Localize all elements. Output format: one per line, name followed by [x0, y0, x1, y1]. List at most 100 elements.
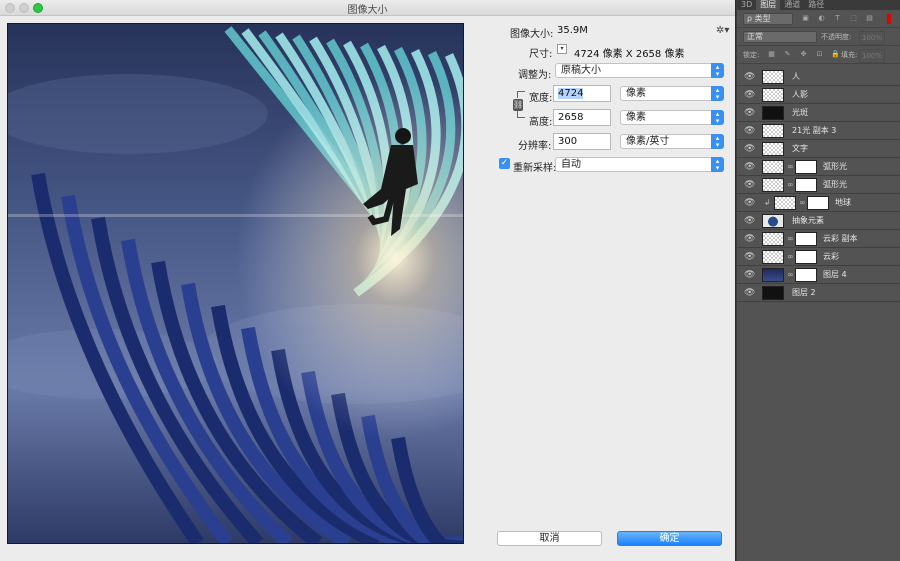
image-size-value: 35.9M: [557, 25, 588, 36]
eye-icon[interactable]: 👁: [744, 216, 755, 226]
image-filter-icon[interactable]: ▣: [801, 14, 810, 23]
tab-channels[interactable]: 通道: [780, 0, 804, 10]
mask-link-icon[interactable]: ∞: [787, 162, 794, 172]
eye-icon[interactable]: 👁: [744, 270, 755, 280]
layer-row[interactable]: 👁 抽象元素: [737, 212, 900, 230]
layer-row[interactable]: 👁 光斑: [737, 104, 900, 122]
fill-input[interactable]: 100%: [859, 49, 886, 63]
eye-icon[interactable]: 👁: [744, 90, 755, 100]
layer-thumbnail[interactable]: [762, 178, 784, 192]
layer-thumbnail[interactable]: [762, 232, 784, 246]
layer-mask-thumbnail[interactable]: [795, 250, 817, 264]
gear-icon[interactable]: ✲▾: [716, 25, 729, 36]
opacity-input[interactable]: 100%: [859, 31, 886, 45]
ok-button[interactable]: 确定: [617, 531, 722, 546]
layer-row[interactable]: 👁 21光 副本 3: [737, 122, 900, 140]
layer-row[interactable]: 👁 ∞ 弧形光: [737, 158, 900, 176]
layer-name: 地球: [835, 198, 851, 207]
eye-icon[interactable]: 👁: [744, 162, 755, 172]
eye-icon[interactable]: 👁: [744, 72, 755, 82]
layer-name: 光斑: [792, 108, 808, 117]
image-preview[interactable]: [7, 23, 464, 544]
layer-thumbnail[interactable]: [762, 160, 784, 174]
layer-thumbnail[interactable]: [762, 268, 784, 282]
eye-icon[interactable]: 👁: [744, 144, 755, 154]
tab-layers[interactable]: 图层: [756, 0, 781, 10]
mask-link-icon[interactable]: ∞: [799, 198, 806, 208]
layer-row[interactable]: 👁 人: [737, 68, 900, 86]
blend-mode-select[interactable]: 正常: [743, 31, 817, 43]
lock-pixels-icon[interactable]: ▦: [767, 50, 776, 59]
smart-object-filter-icon[interactable]: ▤: [865, 14, 874, 23]
tab-paths[interactable]: 路径: [804, 0, 828, 10]
eye-icon[interactable]: 👁: [744, 252, 755, 262]
resample-checkbox[interactable]: ✓: [499, 158, 510, 169]
lock-row: 锁定: ▦ ✎ ✥ ⊡ 🔒 填充: 100%: [737, 46, 900, 64]
type-filter-icon[interactable]: T: [833, 14, 842, 23]
resolution-label: 分辨率:: [518, 141, 552, 152]
mask-link-icon[interactable]: ∞: [787, 234, 794, 244]
eye-icon[interactable]: 👁: [744, 234, 755, 244]
lock-artboard-icon[interactable]: ⊡: [815, 50, 824, 59]
image-size-dialog: 图像大小 图像大小: 35.9M ✲▾ 尺寸: ▾ 4724 像素 X 2658…: [0, 0, 736, 561]
layer-row[interactable]: 👁 文字: [737, 140, 900, 158]
mask-link-icon[interactable]: ∞: [787, 252, 794, 262]
lock-move-icon[interactable]: ✥: [799, 50, 808, 59]
dialog-titlebar: 图像大小: [0, 0, 735, 16]
layer-name: 云彩: [823, 252, 839, 261]
eye-icon[interactable]: 👁: [744, 288, 755, 298]
eye-icon[interactable]: 👁: [744, 180, 755, 190]
layer-thumbnail[interactable]: [774, 196, 796, 210]
resolution-value: 300: [558, 136, 578, 147]
layer-row[interactable]: 👁 ∞ 云彩 副本: [737, 230, 900, 248]
layer-thumbnail[interactable]: [762, 70, 784, 84]
tab-3d[interactable]: 3D: [737, 0, 756, 10]
layer-thumbnail[interactable]: [762, 250, 784, 264]
layer-thumbnail[interactable]: [762, 124, 784, 138]
mask-link-icon[interactable]: ∞: [787, 180, 794, 190]
cancel-button[interactable]: 取消: [497, 531, 602, 546]
layer-mask-thumbnail[interactable]: [795, 232, 817, 246]
eye-icon[interactable]: 👁: [744, 126, 755, 136]
width-input[interactable]: 4724: [553, 85, 611, 102]
layer-thumbnail[interactable]: [762, 106, 784, 120]
layer-mask-thumbnail[interactable]: [795, 178, 817, 192]
layer-name: 21光 副本 3: [792, 126, 837, 135]
filter-kind-select[interactable]: ρ 类型: [743, 13, 793, 25]
width-label: 宽度:: [529, 93, 553, 104]
resolution-input[interactable]: 300: [553, 133, 611, 150]
layer-thumbnail[interactable]: [762, 142, 784, 156]
layer-mask-thumbnail[interactable]: [795, 268, 817, 282]
resample-select[interactable]: 自动 ▴ ▾: [555, 157, 724, 172]
layer-row[interactable]: 👁 ↲ ∞ 地球: [737, 194, 900, 212]
fit-to-select[interactable]: 原稿大小 ▴ ▾: [555, 63, 724, 78]
chevron-updown-icon: ▴ ▾: [711, 110, 724, 125]
width-unit-select[interactable]: 像素 ▴ ▾: [620, 86, 724, 101]
lock-all-icon[interactable]: 🔒: [831, 50, 840, 59]
adjustment-filter-icon[interactable]: ◐: [817, 14, 826, 23]
height-unit-select[interactable]: 像素 ▴ ▾: [620, 110, 724, 125]
layer-thumbnail[interactable]: [762, 214, 784, 228]
layer-mask-thumbnail[interactable]: [807, 196, 829, 210]
resolution-unit-value: 像素/英寸: [626, 136, 670, 147]
resolution-unit-select[interactable]: 像素/英寸 ▴ ▾: [620, 134, 724, 149]
chain-link-icon[interactable]: ⛓: [513, 99, 523, 111]
layer-thumbnail[interactable]: [762, 286, 784, 300]
dialog-title: 图像大小: [347, 5, 388, 16]
layer-row[interactable]: 👁 ∞ 云彩: [737, 248, 900, 266]
layer-row[interactable]: 👁 ∞ 弧形光: [737, 176, 900, 194]
lock-paint-icon[interactable]: ✎: [783, 50, 792, 59]
shape-filter-icon[interactable]: ⬚: [849, 14, 858, 23]
eye-icon[interactable]: 👁: [744, 198, 755, 208]
layer-row[interactable]: 👁 图层 2: [737, 284, 900, 302]
filter-toggle[interactable]: [887, 14, 891, 24]
layer-thumbnail[interactable]: [762, 88, 784, 102]
chevron-updown-icon: ▴ ▾: [711, 134, 724, 149]
layer-row[interactable]: 👁 人影: [737, 86, 900, 104]
layer-row[interactable]: 👁 ∞ 图层 4: [737, 266, 900, 284]
eye-icon[interactable]: 👁: [744, 108, 755, 118]
dimensions-unit-dropdown-icon[interactable]: ▾: [557, 44, 567, 54]
layer-mask-thumbnail[interactable]: [795, 160, 817, 174]
mask-link-icon[interactable]: ∞: [787, 270, 794, 280]
height-input[interactable]: 2658: [553, 109, 611, 126]
